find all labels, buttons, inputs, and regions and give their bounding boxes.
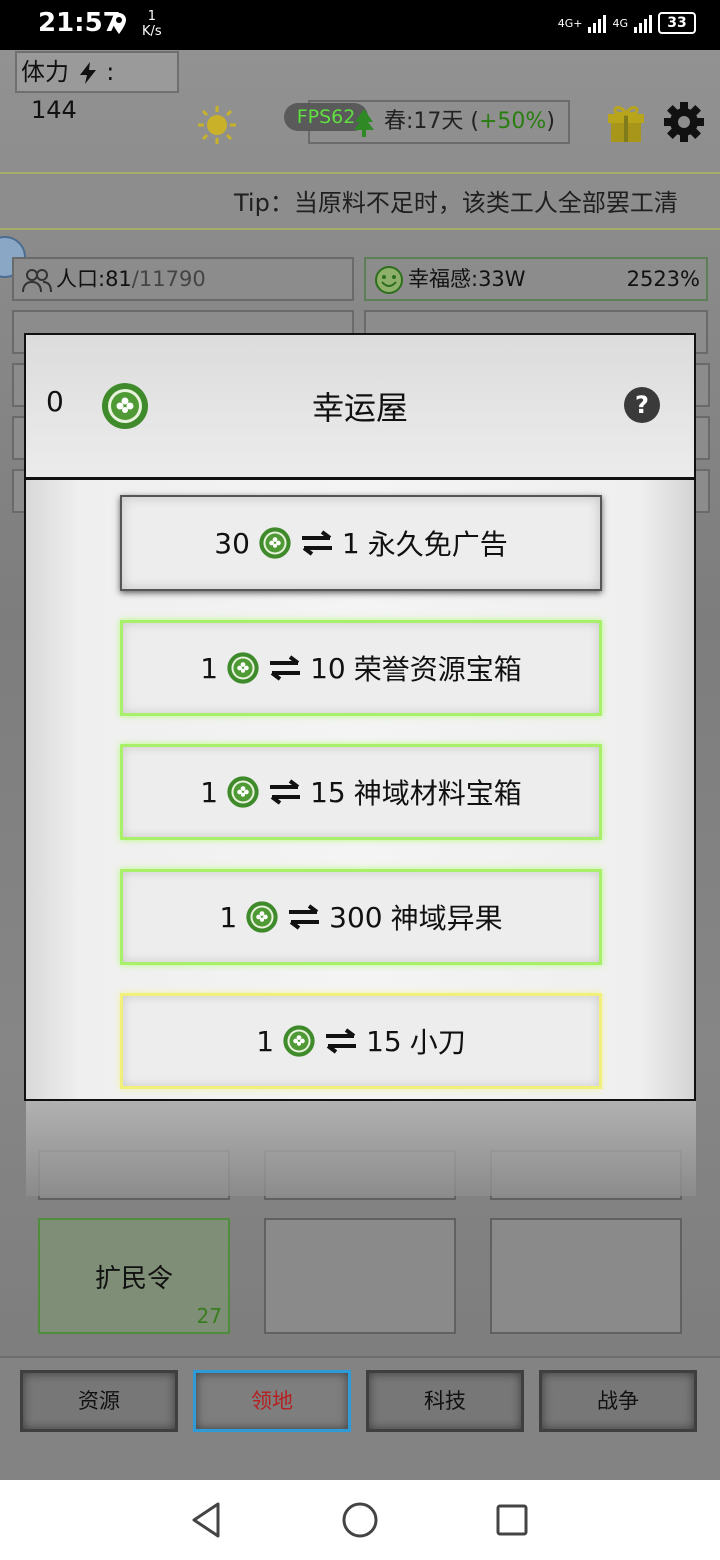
trade-item: 永久免广告 [367,528,508,561]
card-expand-decree[interactable]: 扩民令 27 [38,1218,230,1334]
trade-cost: 1 [219,900,238,934]
clover-coin-icon [246,901,278,933]
lucky-house-dialog: 0 幸运屋 ? 30 1 永久免广告 1 10 荣誉资源宝箱 1 15 神域材料… [24,333,696,1101]
trade-cost: 1 [200,651,219,685]
trade-amount: 10 [310,651,346,685]
help-button[interactable]: ? [624,387,660,423]
trade-cost: 30 [214,526,250,560]
happiness-stat: 幸福感:33W 2523% [364,257,708,301]
trade-amount: 1 [341,526,360,560]
exchange-icon [270,779,301,805]
signal-icon [588,13,607,33]
clover-coin-icon [227,652,259,684]
status-icons: 4G+ 4G 33 [558,12,696,34]
trade-cost: 1 [200,775,219,809]
card-count: 27 [196,1304,222,1328]
people-icon [22,269,52,293]
lightning-icon [79,62,96,84]
battery-icon: 33 [658,12,696,34]
tab-resources[interactable]: 资源 [20,1370,178,1432]
card-label: 扩民令 [94,1264,173,1294]
stamina-display[interactable]: 体力 : 144 [15,51,179,124]
gift-icon[interactable] [604,100,648,144]
network-type-2: 4G [612,16,628,30]
trade-amount: 300 [329,900,383,934]
gear-icon[interactable] [662,100,706,144]
signal-icon [634,13,652,33]
network-type-1: 4G+ [557,16,583,30]
clover-coin-icon [283,1025,315,1057]
trade-amount: 15 [310,775,346,809]
dialog-title: 幸运屋 [311,389,408,427]
trade-cost: 1 [256,1024,275,1058]
tab-war[interactable]: 战争 [539,1370,697,1432]
home-icon[interactable] [340,1500,380,1540]
system-nav-bar [0,1480,720,1560]
back-icon[interactable] [188,1500,224,1540]
trade-amount: 15 [366,1024,402,1058]
tab-territory[interactable]: 领地 [193,1370,351,1432]
empty-card[interactable] [490,1218,682,1334]
clock: 21:57 [38,8,121,38]
status-bar: 21:57 1 K/s 4G+ 4G 33 [0,0,720,50]
trade-item: 荣誉资源宝箱 [353,653,522,686]
exchange-icon [270,655,301,681]
empty-card[interactable] [264,1218,456,1334]
trade-option-divine-material-chest[interactable]: 1 15 神域材料宝箱 [120,744,602,840]
trade-item: 小刀 [409,1026,466,1059]
trade-item: 神域材料宝箱 [353,777,522,810]
clover-coin-icon [259,527,291,559]
tip-ticker: Tip：当原料不足时，该类工人全部罢工清 [0,172,720,230]
clover-coin-icon [227,776,259,808]
network-speed: 1 K/s [142,9,162,39]
trade-option-divine-fruit[interactable]: 1 300 神域异果 [120,869,602,965]
location-icon [112,13,126,34]
tree-icon [354,109,374,137]
exchange-icon [301,530,332,556]
exchange-icon [326,1028,357,1054]
trade-option-no-ads[interactable]: 30 1 永久免广告 [120,495,602,591]
smiley-icon [375,266,403,294]
sun-icon [198,106,236,144]
exchange-icon [289,904,320,930]
tab-technology[interactable]: 科技 [366,1370,524,1432]
recents-icon[interactable] [494,1500,530,1540]
dialog-header: 0 幸运屋 ? [26,335,694,480]
trade-option-knife[interactable]: 1 15 小刀 [120,993,602,1089]
trade-option-honor-chest[interactable]: 1 10 荣誉资源宝箱 [120,620,602,716]
trade-item: 神域异果 [390,902,503,935]
modal-shadow [26,1100,696,1196]
population-stat: 人口:81/11790 [12,257,354,301]
